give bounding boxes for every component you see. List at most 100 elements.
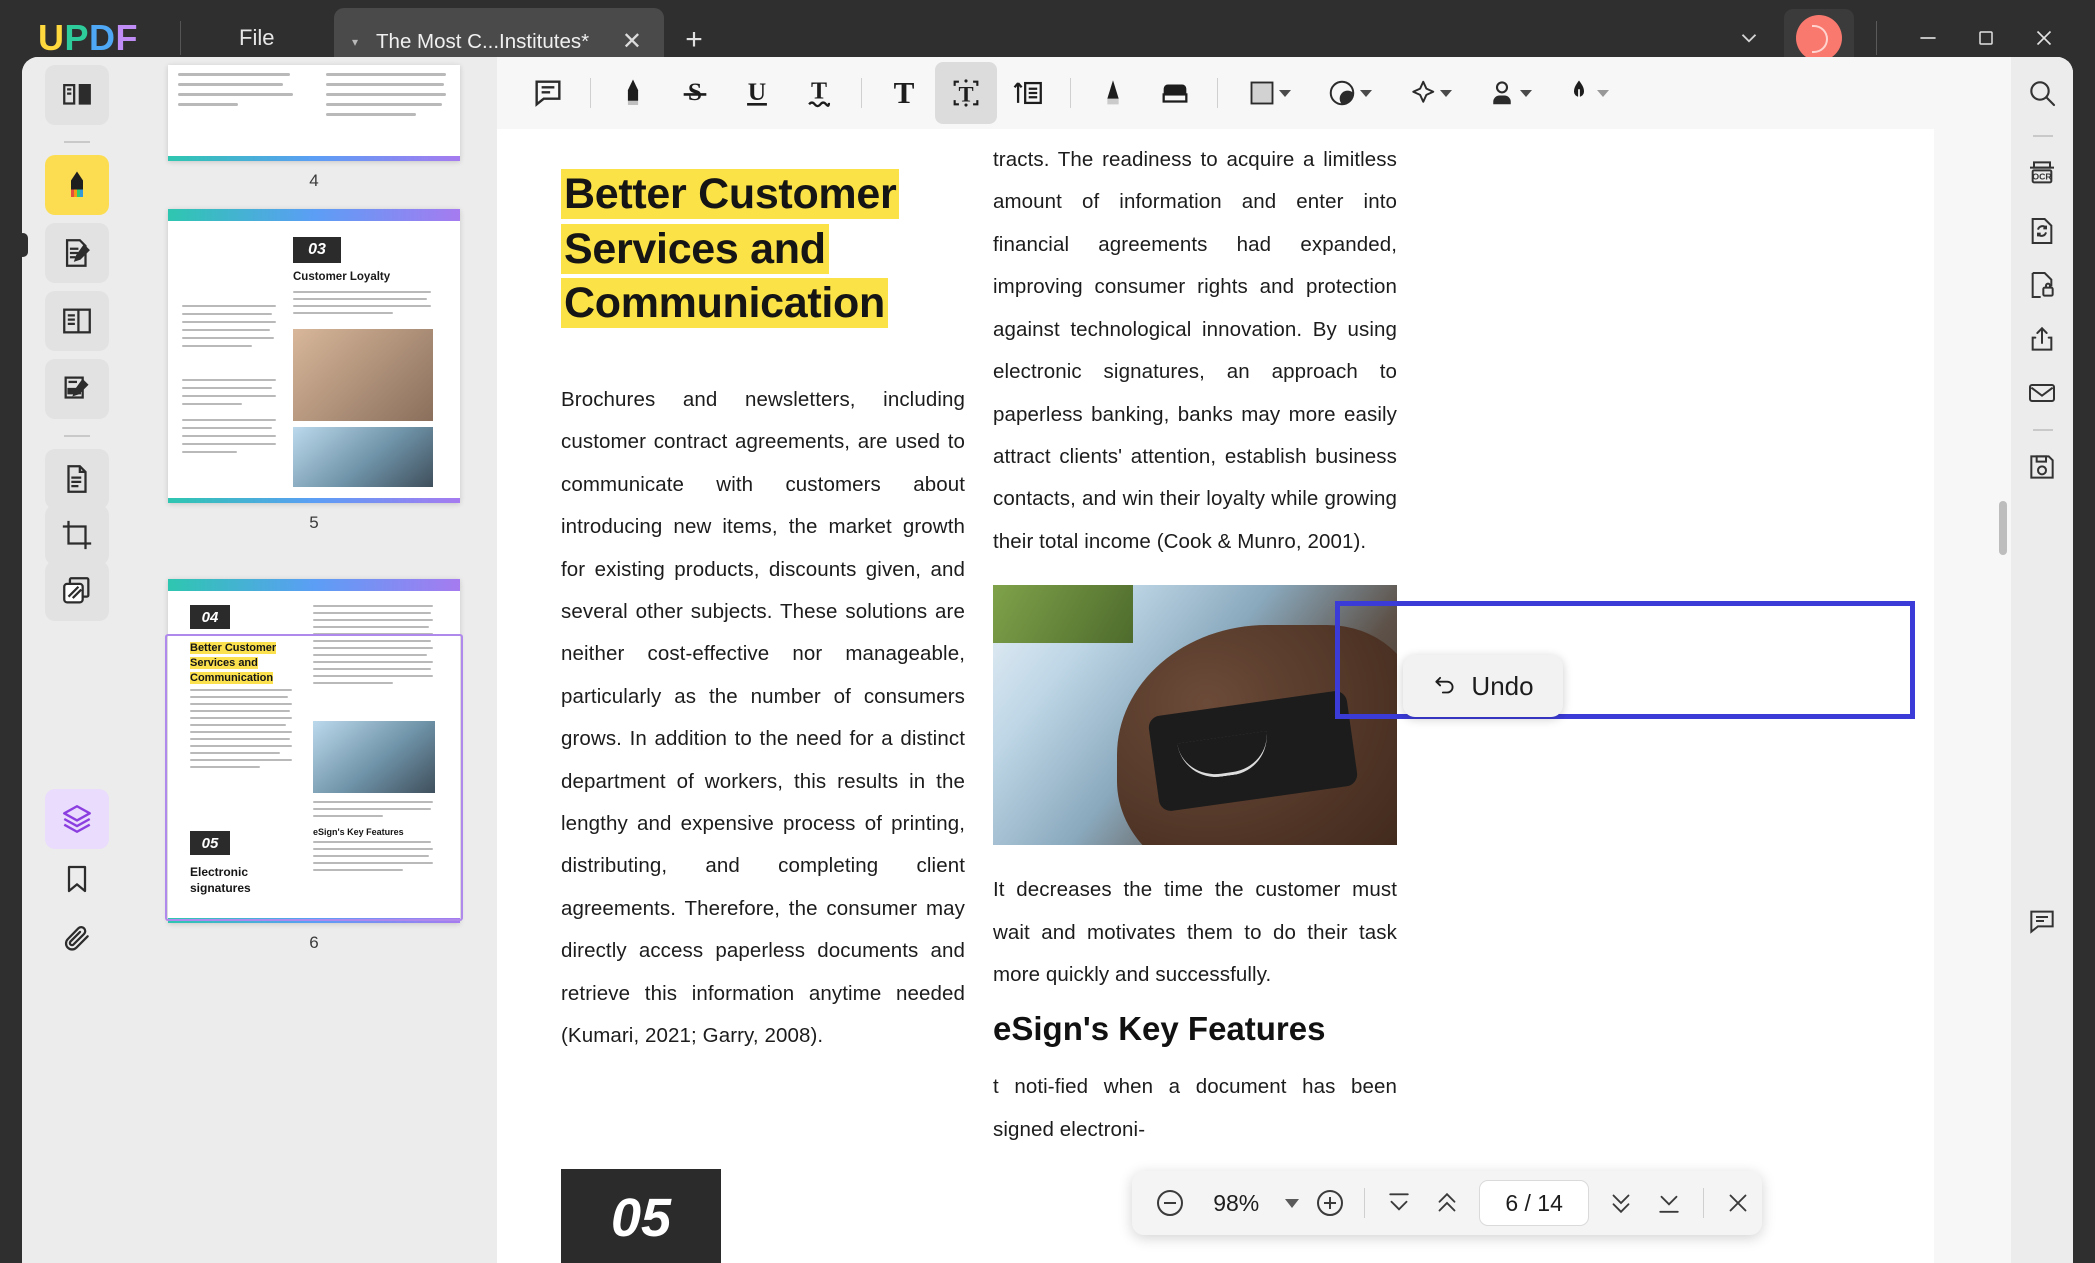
right-paragraph-top: tracts. The readiness to acquire a limit… <box>993 148 1397 553</box>
callout-arrow-icon <box>1011 76 1045 110</box>
sidebar-item-layers[interactable] <box>45 789 109 849</box>
undo-popup[interactable]: Undo <box>1403 655 1563 717</box>
page-layout-icon <box>60 304 94 338</box>
document-pencil-icon <box>60 236 94 270</box>
thumbnail-panel[interactable]: 4 03 Customer Loyalty 5 04 Better Custom… <box>132 57 497 1263</box>
shape-tool[interactable] <box>1229 62 1309 124</box>
last-page-button[interactable] <box>1645 1177 1693 1229</box>
svg-text:T: T <box>811 79 827 105</box>
zoom-level-value[interactable]: 98% <box>1194 1190 1279 1217</box>
previous-page-button[interactable] <box>1423 1177 1471 1229</box>
thumbnail-page-4[interactable] <box>168 65 460 161</box>
zoom-out-button[interactable] <box>1146 1177 1194 1229</box>
thumbnail-page-5[interactable]: 03 Customer Loyalty <box>168 209 460 503</box>
underline-tool[interactable]: U <box>726 62 788 124</box>
color-circle-icon <box>1327 78 1357 108</box>
thumbnail-selection-ring <box>165 634 463 921</box>
page-indicator-text: 6 / 14 <box>1505 1189 1563 1216</box>
signature-icon <box>60 372 94 406</box>
first-page-button[interactable] <box>1375 1177 1423 1229</box>
share-upload-icon <box>2026 323 2058 355</box>
search-button[interactable] <box>2018 69 2066 117</box>
convert-button[interactable] <box>2018 207 2066 255</box>
logo-letter-d: D <box>89 16 116 58</box>
save-button[interactable] <box>2018 443 2066 491</box>
text-t-icon: T <box>887 76 921 110</box>
square-shape-icon <box>1248 79 1276 107</box>
eraser-tool[interactable] <box>1144 62 1206 124</box>
toolbar-divider-2 <box>861 78 862 108</box>
eraser-icon <box>1158 76 1192 110</box>
protect-button[interactable] <box>2018 261 2066 309</box>
pen-tool[interactable] <box>1549 62 1623 124</box>
document-scrollbar[interactable] <box>1999 501 2007 555</box>
thumbnail-label-6: 6 <box>309 933 319 952</box>
zoom-dropdown-button[interactable] <box>1279 1177 1307 1229</box>
stamp-tool[interactable] <box>1389 62 1469 124</box>
tab-title: The Most C...Institutes* <box>376 29 590 53</box>
next-page-button[interactable] <box>1597 1177 1645 1229</box>
note-tool[interactable] <box>517 62 579 124</box>
thumbnail-label-4: 4 <box>309 171 319 190</box>
text-box-tool[interactable]: T <box>935 62 997 124</box>
squiggly-tool[interactable]: T <box>788 62 850 124</box>
zoom-in-button[interactable] <box>1306 1177 1354 1229</box>
floppy-save-icon <box>2026 451 2058 483</box>
chevron-down-icon-stamp[interactable] <box>1439 89 1452 97</box>
controls-divider <box>1876 20 1877 55</box>
sidebar-item-compare[interactable] <box>45 561 109 621</box>
rail-divider-2 <box>64 435 90 437</box>
chevron-down-icon-zoom <box>1285 1198 1300 1208</box>
sidebar-item-page-tools[interactable] <box>45 291 109 351</box>
comments-panel-button[interactable] <box>2018 897 2066 945</box>
pencil-tool[interactable] <box>1082 62 1144 124</box>
sidebar-item-comment[interactable] <box>45 155 109 215</box>
tab-caret-icon[interactable]: ▾ <box>352 35 358 49</box>
svg-text:S: S <box>688 77 702 106</box>
close-pagebar-button[interactable] <box>1714 1177 1762 1229</box>
sidebar-item-reader[interactable] <box>45 65 109 125</box>
sidebar-resize-handle[interactable] <box>22 233 28 257</box>
chevron-down-icon-color[interactable] <box>1359 89 1372 97</box>
sidebar-item-edit-pdf[interactable] <box>45 223 109 283</box>
crop-icon <box>60 518 94 552</box>
menu-file[interactable]: File <box>239 17 274 59</box>
email-button[interactable] <box>2018 369 2066 417</box>
sidebar-item-organize[interactable] <box>45 449 109 509</box>
chevron-down-icon[interactable] <box>1726 15 1772 61</box>
callout-tool[interactable] <box>997 62 1059 124</box>
sidebar-item-fill-sign[interactable] <box>45 359 109 419</box>
chevron-down-icon-signature[interactable] <box>1519 89 1532 97</box>
thumb-photo-1 <box>293 329 433 421</box>
share-button[interactable] <box>2018 315 2066 363</box>
updf-logo: U P D F <box>38 17 138 59</box>
chevron-down-icon-pen[interactable] <box>1596 89 1609 97</box>
tab-close-icon[interactable]: ✕ <box>622 27 642 56</box>
toolbar-divider-1 <box>590 78 591 108</box>
highlighter-pen-icon <box>616 76 650 110</box>
logo-letter-f: F <box>115 16 139 58</box>
toolbar-divider-3 <box>1070 78 1071 108</box>
stamp-color-tool[interactable] <box>1309 62 1389 124</box>
page-number-input[interactable]: 6 / 14 <box>1478 1180 1590 1226</box>
rail-divider-1 <box>64 141 90 143</box>
chevron-down-icon-shape[interactable] <box>1278 89 1291 97</box>
document-viewport[interactable]: Better Customer Services and Communicati… <box>497 129 2011 1263</box>
paperclip-icon <box>61 923 93 955</box>
sidebar-item-attachments[interactable] <box>45 909 109 969</box>
left-paragraph: Brochures and newsletters, including cus… <box>561 387 965 1048</box>
sidebar-item-crop[interactable] <box>45 505 109 565</box>
ocr-button[interactable]: OCR <box>2018 149 2066 197</box>
new-tab-button[interactable]: + <box>672 18 716 62</box>
text-tool[interactable]: T <box>873 62 935 124</box>
strikethrough-tool[interactable]: S <box>664 62 726 124</box>
signature-tool[interactable] <box>1469 62 1549 124</box>
pagebar-divider-2 <box>1703 1188 1705 1218</box>
page-subheading: eSign's Key Features <box>993 1010 1326 1048</box>
highlight-tool[interactable] <box>602 62 664 124</box>
thumb-header-bar-6 <box>168 579 460 591</box>
section-number-badge: 05 <box>561 1169 721 1263</box>
sidebar-item-bookmarks[interactable] <box>45 849 109 909</box>
document-lock-icon <box>2026 269 2058 301</box>
layers-icon <box>60 802 94 836</box>
